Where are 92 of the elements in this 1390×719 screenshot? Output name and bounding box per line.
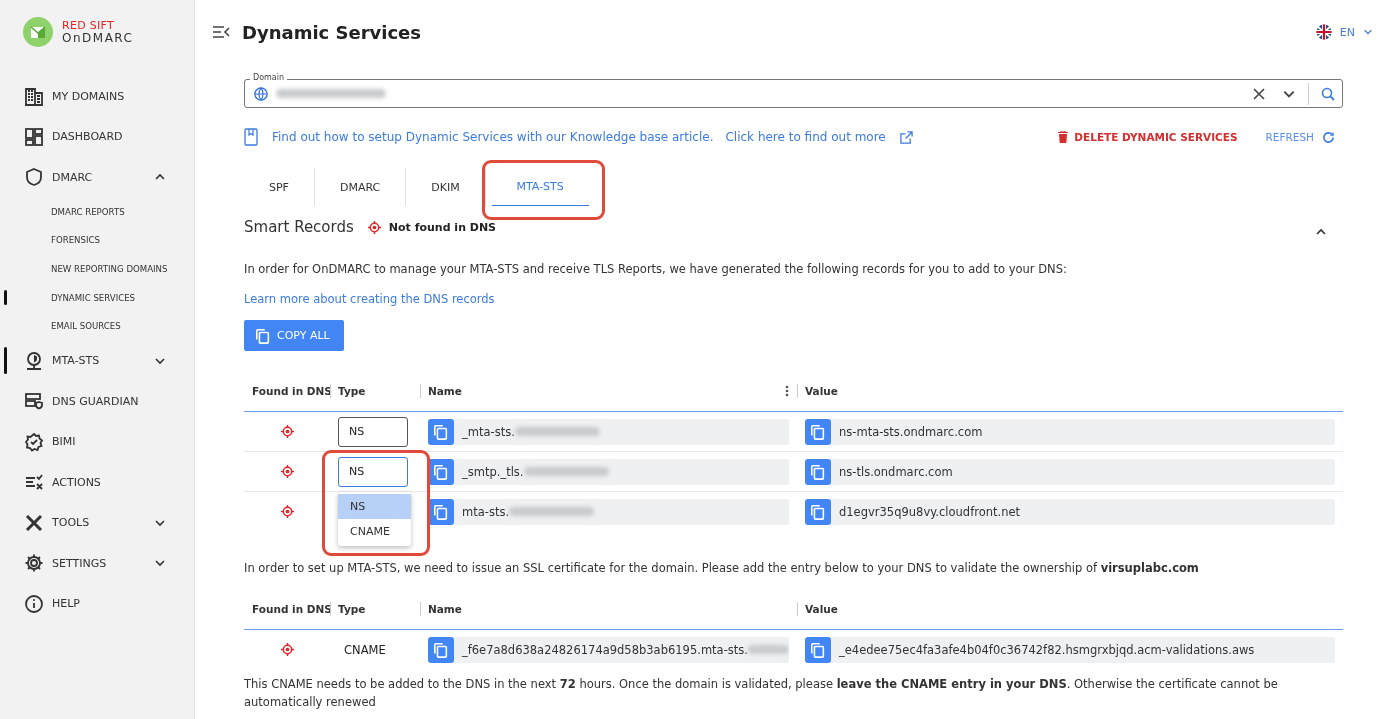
brand-name: RED SIFT <box>62 19 116 32</box>
domain-field[interactable]: Domain <box>244 73 1343 108</box>
section-title: Smart Records <box>244 218 354 236</box>
nav-item[interactable]: ACTIONS <box>0 461 194 503</box>
instruction-text: In order to set up MTA-STS, we need to issue an SSL certificate for the domain. Please add the entry below to your DNS to validate the ownership of virsuplabc.com <box>244 561 1200 575</box>
copy-button[interactable] <box>428 418 454 445</box>
nav-item[interactable]: TOOLS <box>0 502 194 543</box>
nav-subitem[interactable]: DMARC REPORTS <box>0 197 194 227</box>
product-name: OnDMARC <box>62 32 134 45</box>
settings-icon <box>24 553 44 574</box>
copy-button[interactable] <box>805 636 831 663</box>
flag-icon <box>1315 24 1332 40</box>
nav-item[interactable]: DASHBOARD <box>0 116 194 157</box>
field-label: Domain <box>250 73 288 83</box>
nav-item[interactable]: SETTINGS <box>0 542 194 584</box>
badge-check-icon <box>24 431 44 452</box>
close-icon[interactable] <box>1252 86 1266 101</box>
column-header: Name <box>428 603 462 615</box>
record-text: ns-tls.ondmarc.com <box>839 464 953 479</box>
server-shield-icon <box>24 391 44 412</box>
kebab-icon[interactable] <box>785 385 789 397</box>
record-text: _e4edee75ec4fa3afe4b04f0c36742f82.hsmgrxbjqd.acm-validations.aws <box>839 642 1255 657</box>
column-header: Name <box>428 385 462 397</box>
note-text: This CNAME needs to be added to the DNS in the next 72 hours. Once the domain is validated, please leave the CNAME entry in your DNS. Otherwise the certificate cannot be automatically renewed <box>244 676 1279 711</box>
copy-button[interactable] <box>428 636 454 663</box>
copy-icon <box>810 641 826 658</box>
copy-icon <box>433 641 449 658</box>
table-cell-text: CNAME <box>343 642 386 657</box>
copy-icon <box>433 463 449 480</box>
dropdown-option[interactable]: NS <box>338 494 411 519</box>
copy-all-button[interactable]: COPY ALL <box>244 320 344 351</box>
book-icon <box>244 128 258 146</box>
column-header: Type <box>338 385 366 397</box>
shield-icon <box>24 167 44 188</box>
collapse-menu-icon[interactable] <box>212 25 230 39</box>
copy-icon <box>810 503 826 520</box>
type-select[interactable]: NS <box>338 416 408 447</box>
column-header: Value <box>805 385 838 397</box>
info-icon <box>24 593 44 614</box>
nav-subitem[interactable]: DYNAMIC SERVICES <box>0 283 194 312</box>
nav-item[interactable]: DMARC <box>0 157 194 198</box>
copy-icon <box>433 423 449 440</box>
info-text: Find out how to setup Dynamic Services with our Knowledge base article. <box>272 130 714 144</box>
copy-icon <box>433 503 449 520</box>
building-icon <box>24 86 44 107</box>
copy-button[interactable] <box>805 498 831 525</box>
nav-item[interactable]: DNS GUARDIAN <box>0 380 194 422</box>
nav-item[interactable]: HELP <box>0 583 194 624</box>
page-title: Dynamic Services <box>242 21 423 43</box>
nav-item[interactable]: MTA-STS <box>0 340 194 381</box>
copy-button[interactable] <box>805 418 831 445</box>
record-text: mta-sts. <box>462 504 510 519</box>
logo-icon <box>22 16 54 48</box>
search-icon[interactable] <box>1321 86 1335 101</box>
trash-icon <box>1058 131 1069 143</box>
nav-item[interactable]: BIMI <box>0 421 194 462</box>
nav-subitem[interactable]: EMAIL SOURCES <box>0 311 194 341</box>
status-text: Not found in DNS <box>388 220 498 234</box>
column-header: Value <box>805 603 838 615</box>
record-text: d1egvr35q9u8vy.cloudfront.net <box>839 504 1021 519</box>
knowledge-base-link[interactable]: Click here to find out more <box>725 130 886 144</box>
record-text: _smtp._tls. <box>462 464 524 479</box>
copy-button[interactable] <box>805 458 831 485</box>
intro-text: In order for OnDMARC to manage your MTA-STS and receive TLS Reports, we have generated the following records for you to add to your DNS: <box>244 262 1068 276</box>
record-text: _f6e7a8d638a24826174a9d58b3ab6195.mta-sts. <box>462 642 748 657</box>
nav-subitem[interactable]: FORENSICS <box>0 226 194 255</box>
column-header: Type <box>338 603 366 615</box>
copy-icon <box>810 423 826 440</box>
tab[interactable]: DMARC <box>314 168 407 206</box>
globe-icon <box>254 86 268 101</box>
dropdown-option[interactable]: CNAME <box>338 519 411 544</box>
external-link-icon <box>899 130 913 144</box>
column-header: Found in DNS <box>252 603 332 615</box>
copy-button[interactable] <box>428 458 454 485</box>
tab[interactable]: MTA-STS <box>491 168 589 206</box>
record-text: ns-mta-sts.ondmarc.com <box>839 424 983 439</box>
shield-pin-icon <box>24 350 44 371</box>
record-text: _mta-sts. <box>462 424 515 439</box>
column-header: Found in DNS <box>252 385 332 397</box>
copy-icon <box>255 327 271 344</box>
nav-item[interactable]: MY DOMAINS <box>0 76 194 117</box>
type-select[interactable]: NS <box>338 456 408 487</box>
tab[interactable]: SPF <box>244 168 315 206</box>
copy-button[interactable] <box>428 498 454 525</box>
dashboard-icon <box>24 126 44 147</box>
learn-more-link[interactable]: Learn more about creating the DNS records <box>244 292 495 306</box>
language-selector[interactable]: EN <box>1339 25 1355 39</box>
refresh-icon <box>1322 130 1335 144</box>
tab[interactable]: DKIM <box>406 168 486 206</box>
delete-button[interactable]: DELETE DYNAMIC SERVICES <box>1058 131 1238 143</box>
copy-icon <box>810 463 826 480</box>
nav-subitem[interactable]: NEW REPORTING DOMAINS <box>0 254 194 284</box>
